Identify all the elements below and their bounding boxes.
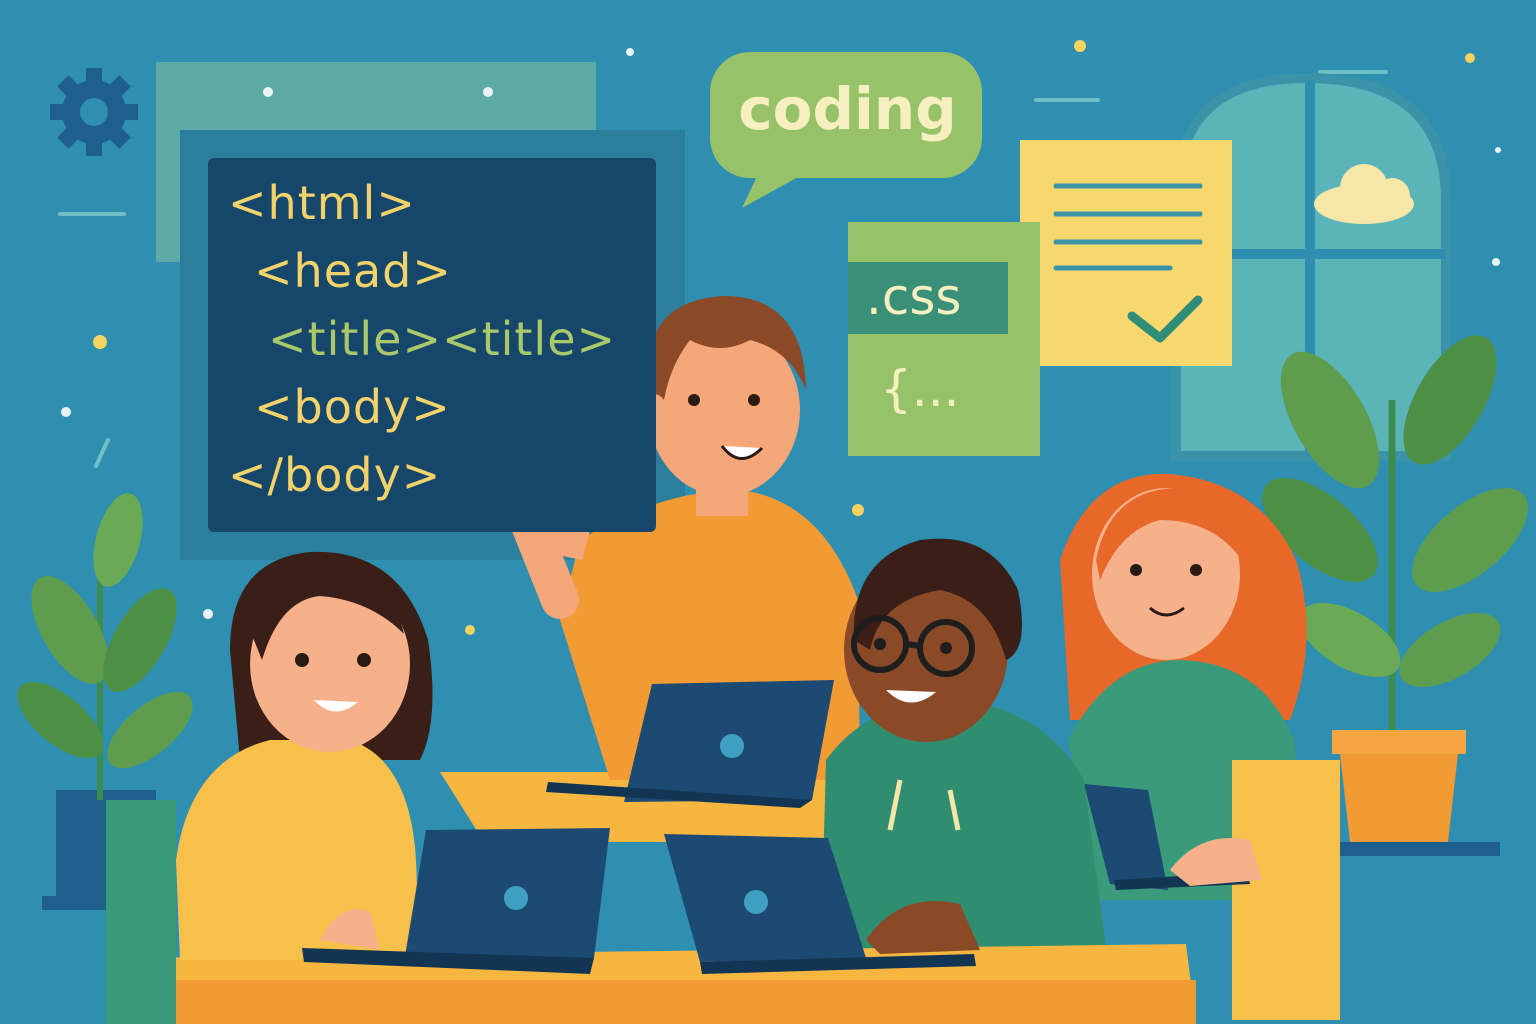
code-line-body-close: </body> bbox=[228, 448, 442, 502]
speech-bubble-text: coding bbox=[738, 75, 957, 143]
code-line-html: <html> bbox=[228, 176, 416, 230]
classroom-scene: <html> <head> <title><title> <body> </bo… bbox=[0, 0, 1536, 1024]
code-line-head: <head> bbox=[254, 244, 452, 298]
code-line-title: <title><title> bbox=[268, 312, 617, 366]
css-label: .css bbox=[866, 268, 962, 326]
gear-icon bbox=[50, 68, 138, 156]
css-brace: {... bbox=[880, 360, 960, 418]
css-card bbox=[848, 222, 1040, 456]
code-line-body: <body> bbox=[254, 380, 451, 434]
